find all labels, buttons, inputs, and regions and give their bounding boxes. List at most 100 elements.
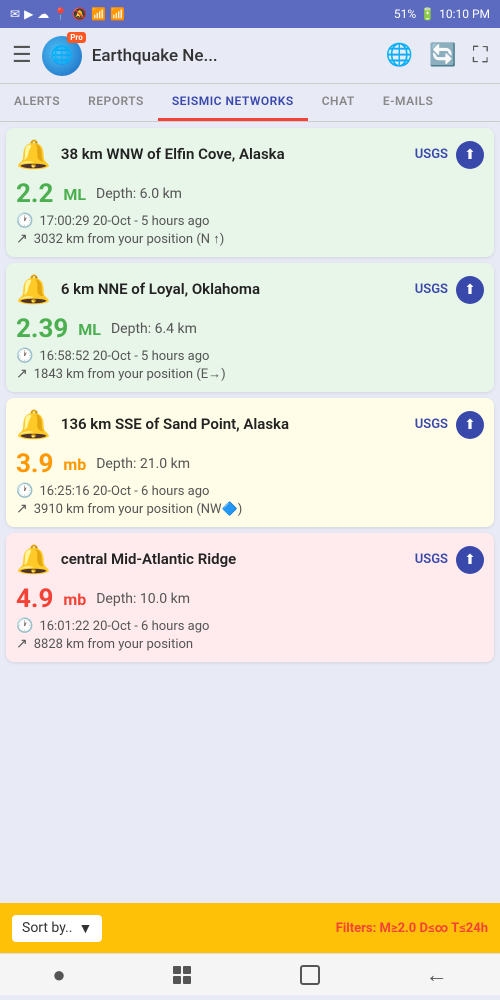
mail-icon: ✉	[10, 7, 20, 21]
clock-icon-4: 🕐	[16, 618, 33, 634]
magnitude-line-4: 4.9 mb Depth: 10.0 km	[16, 584, 484, 614]
recent-nav-button[interactable]	[170, 963, 194, 987]
battery-icon: 🔋	[420, 7, 435, 21]
time-line-3: 🕐 16:25:16 20-Oct - 6 hours ago	[16, 483, 484, 499]
app-title: Earthquake Ne...	[92, 46, 376, 66]
cloud-icon: ☁	[37, 7, 49, 21]
depth-2: Depth: 6.4 km	[111, 321, 197, 337]
distance-line-1: ↗ 3032 km from your position (N ↑)	[16, 231, 484, 247]
app-logo: 🌐 Pro	[42, 36, 82, 76]
status-bar: ✉ ▶ ☁ 📍 🔕 📶 📶 51% 🔋 10:10 PM	[0, 0, 500, 28]
eq-source-3: USGS	[415, 417, 448, 432]
eq-source-4: USGS	[415, 552, 448, 567]
magnitude-value-3: 3.9	[16, 449, 53, 479]
signal-icon: 📶	[110, 7, 125, 21]
magnitude-value-4: 4.9	[16, 584, 53, 614]
magnitude-type-2: ML	[78, 320, 101, 339]
distance-3: 3910 km from your position (NW🔷)	[34, 502, 243, 517]
time-1: 17:00:29 20-Oct - 5 hours ago	[39, 214, 209, 229]
clock-icon-2: 🕐	[16, 348, 33, 364]
app-bar: ☰ 🌐 Pro Earthquake Ne... 🌐 🔄 ⛶	[0, 28, 500, 84]
magnitude-line-2: 2.39 ML Depth: 6.4 km	[16, 314, 484, 344]
status-bar-left: ✉ ▶ ☁ 📍 🔕 📶 📶	[10, 7, 125, 21]
eq-location-2: 6 km NNE of Loyal, Oklahoma	[61, 280, 415, 300]
earthquake-card-3[interactable]: 🔔 136 km SSE of Sand Point, Alaska USGS …	[6, 398, 494, 527]
globe-icon[interactable]: 🌐	[386, 43, 413, 68]
share-button-4[interactable]: ⬆	[456, 546, 484, 574]
expand-icon[interactable]: ⛶	[473, 43, 488, 68]
bottom-bar: Sort by.. ▼ Filters: M≥2.0 D≤∞ T≤24h	[0, 903, 500, 953]
pro-badge: Pro	[67, 32, 85, 43]
time-2: 16:58:52 20-Oct - 5 hours ago	[39, 349, 209, 364]
sort-button[interactable]: Sort by.. ▼	[12, 915, 102, 942]
depth-3: Depth: 21.0 km	[96, 456, 190, 472]
filter-display: Filters: M≥2.0 D≤∞ T≤24h	[336, 921, 488, 936]
card-top-1: 🔔 38 km WNW of Elfin Cove, Alaska USGS ⬆	[6, 128, 494, 177]
share-button-1[interactable]: ⬆	[456, 141, 484, 169]
menu-button[interactable]: ☰	[12, 43, 32, 68]
card-body-2: 2.39 ML Depth: 6.4 km 🕐 16:58:52 20-Oct -…	[6, 312, 494, 392]
compass-icon-1: ↗	[16, 231, 28, 247]
status-bar-right: 51% 🔋 10:10 PM	[394, 7, 490, 21]
magnitude-value-2: 2.39	[16, 314, 68, 344]
tab-reports[interactable]: REPORTS	[74, 84, 158, 121]
nav-bar: ● ←	[0, 953, 500, 995]
time-line-2: 🕐 16:58:52 20-Oct - 5 hours ago	[16, 348, 484, 364]
card-top-2: 🔔 6 km NNE of Loyal, Oklahoma USGS ⬆	[6, 263, 494, 312]
sort-label: Sort by..	[22, 920, 73, 936]
earthquake-card-1[interactable]: 🔔 38 km WNW of Elfin Cove, Alaska USGS ⬆…	[6, 128, 494, 257]
eq-location-1: 38 km WNW of Elfin Cove, Alaska	[61, 145, 415, 165]
time-line-4: 🕐 16:01:22 20-Oct - 6 hours ago	[16, 618, 484, 634]
location-icon: 📍	[53, 7, 68, 21]
distance-line-4: ↗ 8828 km from your position	[16, 636, 484, 652]
share-button-3[interactable]: ⬆	[456, 411, 484, 439]
home-nav-button[interactable]: ●	[52, 962, 65, 988]
filter-dist: D≤∞ T≤24h	[420, 921, 489, 936]
distance-1: 3032 km from your position (N ↑)	[34, 231, 225, 247]
card-top-3: 🔔 136 km SSE of Sand Point, Alaska USGS …	[6, 398, 494, 447]
time-4: 16:01:22 20-Oct - 6 hours ago	[39, 619, 209, 634]
depth-4: Depth: 10.0 km	[96, 591, 190, 607]
time-display: 10:10 PM	[439, 7, 490, 21]
sort-chevron-icon: ▼	[79, 920, 93, 937]
square-nav-button[interactable]	[299, 964, 321, 986]
distance-2: 1843 km from your position (E→)	[34, 366, 226, 382]
distance-4: 8828 km from your position	[34, 637, 193, 652]
earthquake-card-2[interactable]: 🔔 6 km NNE of Loyal, Oklahoma USGS ⬆ 2.3…	[6, 263, 494, 392]
tab-chat[interactable]: CHAT	[308, 84, 369, 121]
distance-line-3: ↗ 3910 km from your position (NW🔷)	[16, 501, 484, 517]
eq-location-4: central Mid-Atlantic Ridge	[61, 550, 415, 570]
battery-percent: 51%	[394, 7, 416, 21]
app-bar-actions: 🌐 🔄 ⛶	[386, 43, 488, 68]
share-button-2[interactable]: ⬆	[456, 276, 484, 304]
recent-icon	[170, 963, 194, 987]
compass-icon-4: ↗	[16, 636, 28, 652]
refresh-icon[interactable]: 🔄	[429, 43, 456, 68]
clock-icon-3: 🕐	[16, 483, 33, 499]
magnitude-line-1: 2.2ML Depth: 6.0 km	[16, 179, 484, 209]
depth-1: Depth: 6.0 km	[96, 186, 182, 202]
tab-alerts[interactable]: ALERTS	[0, 84, 74, 121]
compass-icon-3: ↗	[16, 501, 28, 517]
earthquake-icon-1: 🔔	[16, 138, 51, 171]
compass-icon-2: ↗	[16, 366, 28, 382]
earthquake-list: 🔔 38 km WNW of Elfin Cove, Alaska USGS ⬆…	[0, 122, 500, 903]
earthquake-icon-4: 🔔	[16, 543, 51, 576]
eq-source-2: USGS	[415, 282, 448, 297]
clock-icon-1: 🕐	[16, 213, 33, 229]
back-nav-button[interactable]: ←	[426, 962, 448, 988]
wifi-icon: 📶	[91, 7, 106, 21]
earthquake-card-4[interactable]: 🔔 central Mid-Atlantic Ridge USGS ⬆ 4.9 m…	[6, 533, 494, 662]
magnitude-type-3: mb	[63, 455, 86, 474]
time-line-1: 🕐 17:00:29 20-Oct - 5 hours ago	[16, 213, 484, 229]
tab-seismic-networks[interactable]: SEISMIC NETWORKS	[158, 84, 308, 121]
magnitude-type-4: mb	[63, 590, 86, 609]
magnitude-value-1: 2.2	[16, 179, 53, 209]
card-body-3: 3.9 mb Depth: 21.0 km 🕐 16:25:16 20-Oct -…	[6, 447, 494, 527]
tab-emails[interactable]: E-MAILS	[369, 84, 448, 121]
distance-line-2: ↗ 1843 km from your position (E→)	[16, 366, 484, 382]
square-icon	[299, 964, 321, 986]
mute-icon: 🔕	[72, 7, 87, 21]
eq-location-3: 136 km SSE of Sand Point, Alaska	[61, 415, 415, 435]
eq-source-1: USGS	[415, 147, 448, 162]
